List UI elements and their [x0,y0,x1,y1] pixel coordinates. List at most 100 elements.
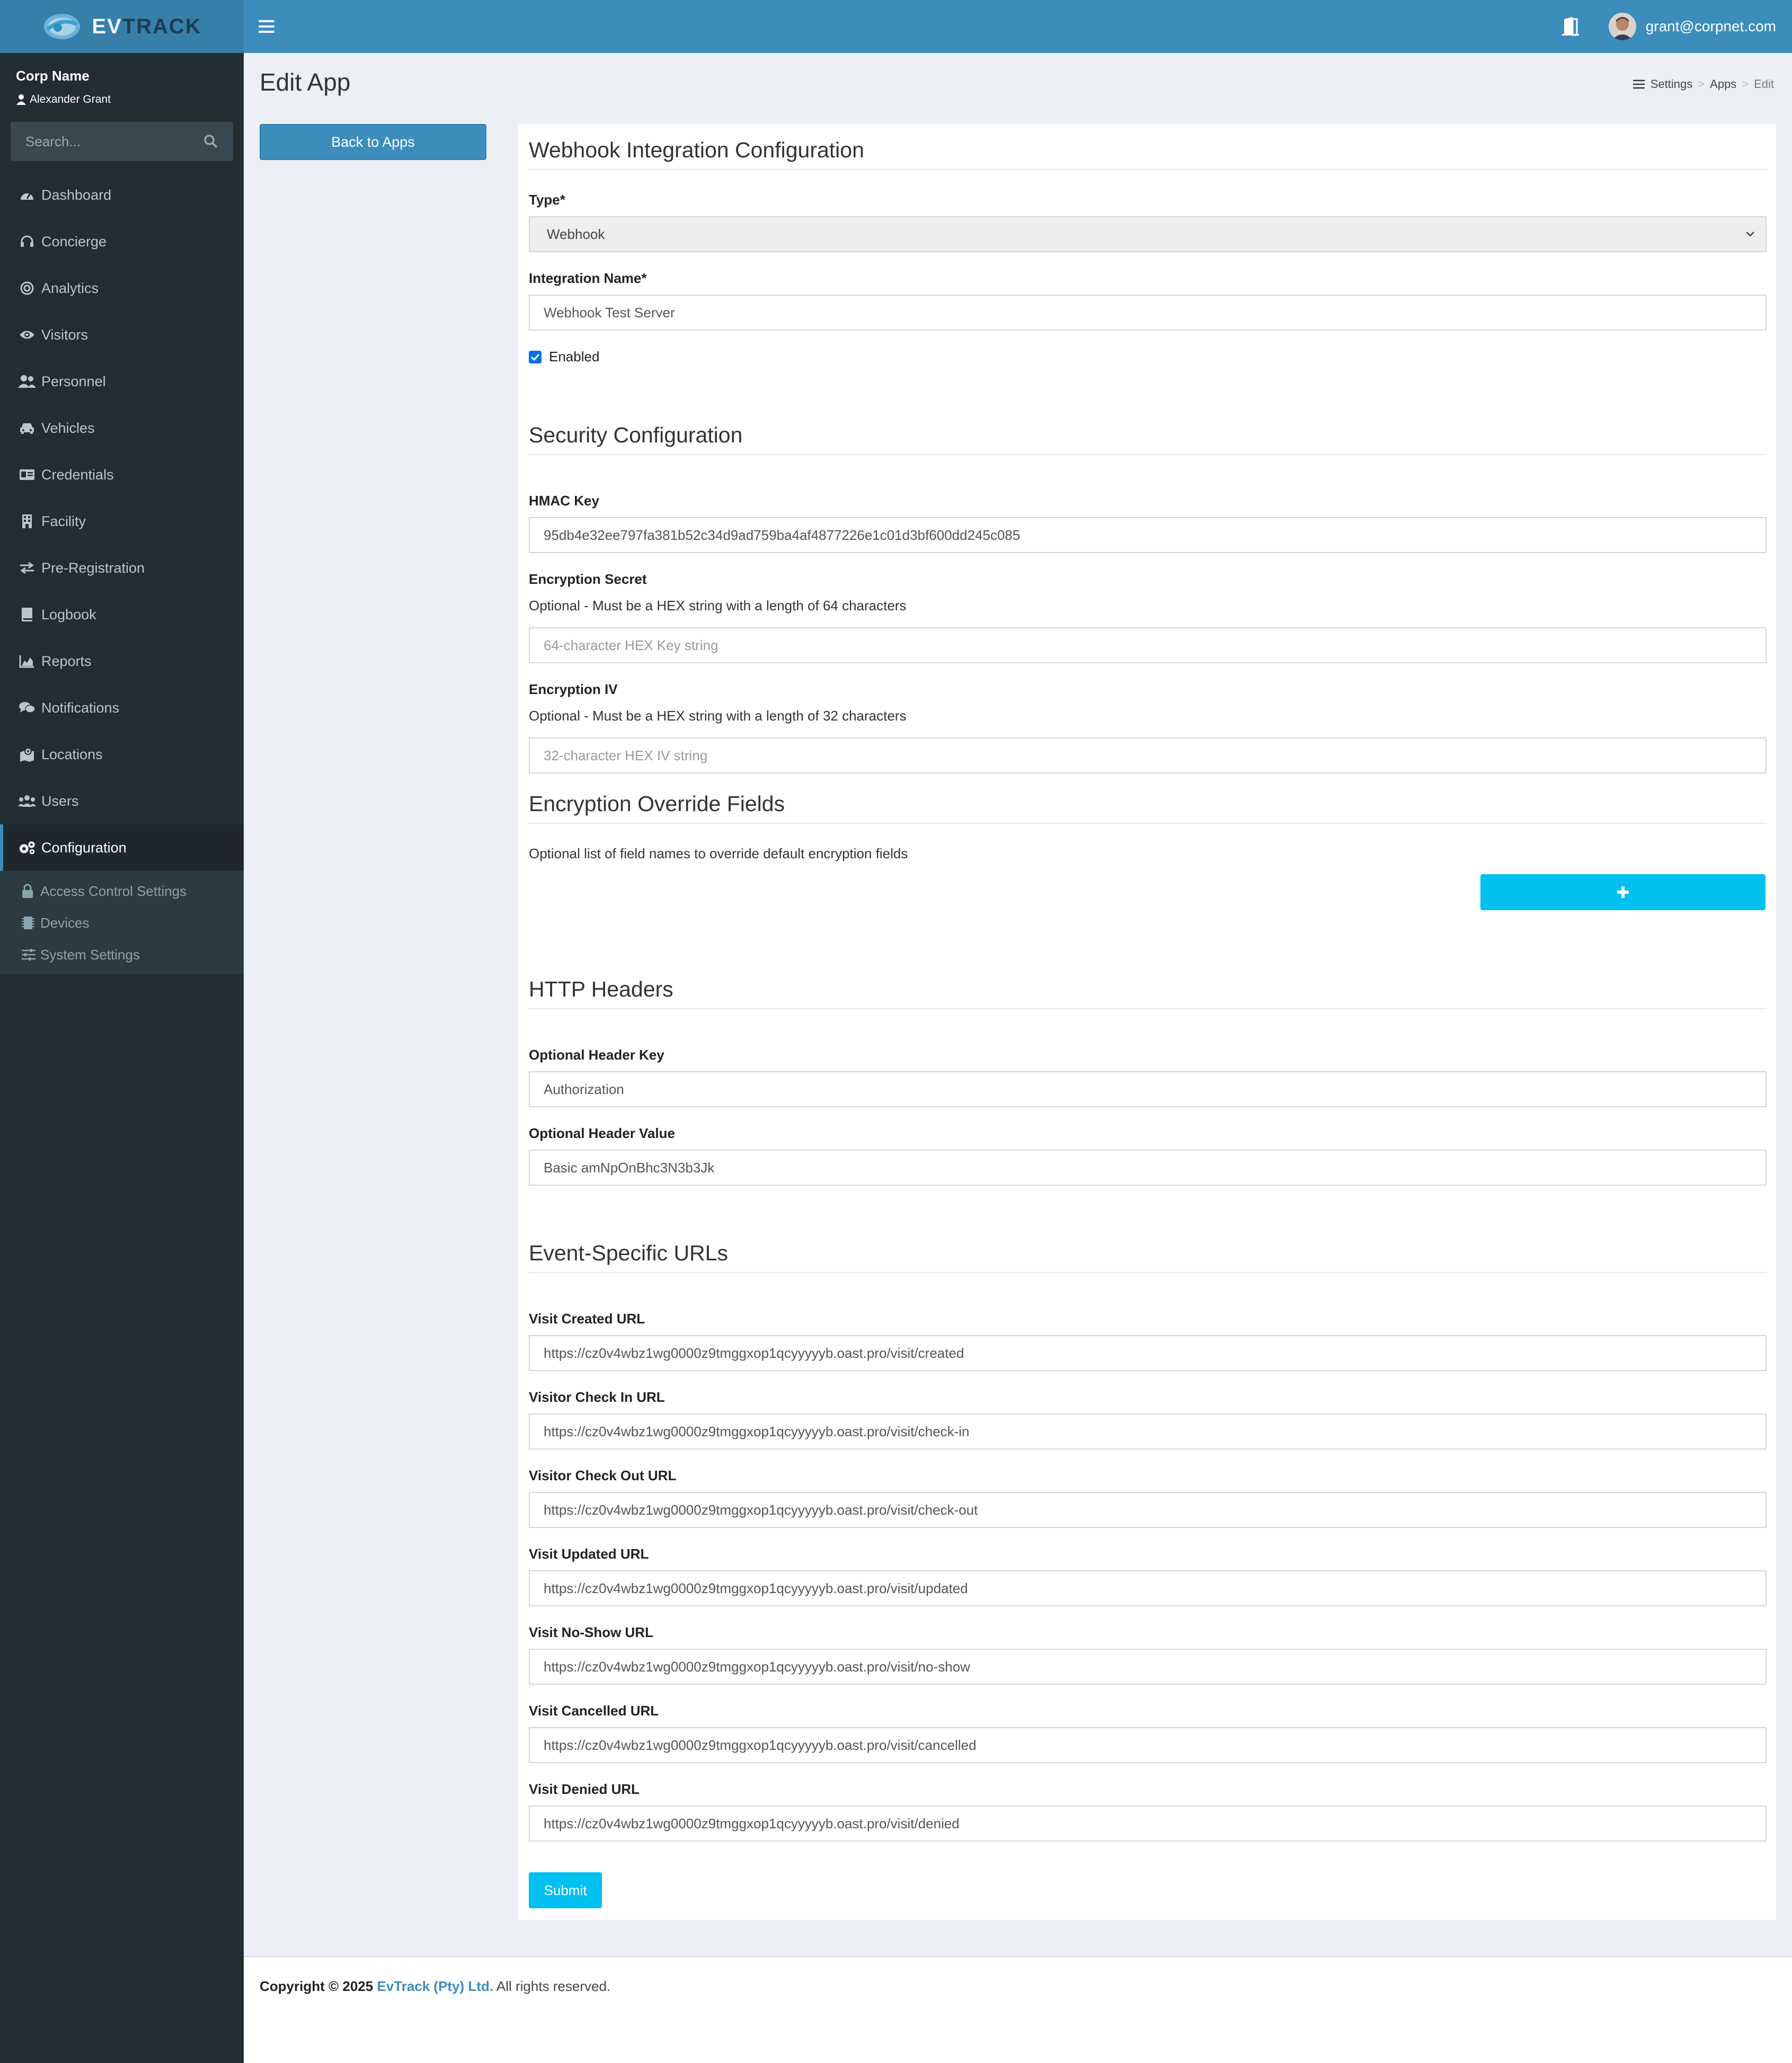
hmac-key-field[interactable] [529,517,1767,553]
sidebar-item-logbook[interactable]: Logbook [0,591,244,638]
visit-cancelled-url-field[interactable] [529,1727,1767,1763]
page-title: Edit App [260,68,351,96]
encryption-secret-input[interactable] [544,637,1766,654]
encryption-iv-input[interactable] [544,747,1766,764]
integration-name-label: Integration Name* [529,270,647,286]
sidebar-toggle-icon[interactable] [259,16,274,37]
visitor-check-in-url-field[interactable] [529,1413,1767,1450]
sidebar-item-reports[interactable]: Reports [0,638,244,684]
visitor-check-out-url-field[interactable] [529,1492,1767,1528]
door-icon[interactable] [1560,16,1581,37]
visit-created-url-input[interactable] [544,1345,1766,1362]
sidebar-item-concierge[interactable]: Concierge [0,218,244,265]
visit-denied-url-label: Visit Denied URL [529,1781,640,1797]
search-icon[interactable] [203,134,218,149]
header-value-label: Optional Header Value [529,1125,675,1141]
visit-denied-url-input[interactable] [544,1815,1766,1832]
encryption-iv-help: Optional - Must be a HEX string with a l… [529,708,907,724]
top-navbar: EVTRACK grant@corpnet.com [0,0,1792,53]
sidebar: Corp Name Alexander Grant Dashboard Conc… [0,53,244,2063]
corp-name: Corp Name [16,68,90,84]
visit-no-show-url-field[interactable] [529,1649,1767,1685]
header-value-input[interactable] [544,1159,1766,1176]
map-icon [18,746,36,762]
avatar[interactable] [1608,13,1636,40]
visit-no-show-url-input[interactable] [544,1658,1766,1675]
visitor-check-in-url-label: Visitor Check In URL [529,1389,665,1405]
enabled-checkbox-row[interactable]: Enabled [529,349,599,365]
breadcrumb-settings[interactable]: Settings [1651,77,1693,91]
encryption-iv-label: Encryption IV [529,681,618,697]
sidebar-search [11,122,233,161]
section-title-security: Security Configuration [529,423,1767,455]
sidebar-item-locations[interactable]: Locations [0,731,244,778]
back-to-apps-button[interactable]: Back to Apps [260,124,486,160]
visit-updated-url-field[interactable] [529,1570,1767,1606]
sidebar-item-credentials[interactable]: Credentials [0,451,244,498]
encryption-iv-field[interactable] [529,737,1767,773]
sidebar-item-vehicles[interactable]: Vehicles [0,405,244,451]
logo[interactable]: EVTRACK [0,0,244,53]
footer-brand-link[interactable]: EvTrack (Pty) Ltd. [377,1978,493,1994]
visitor-check-out-url-input[interactable] [544,1501,1766,1518]
breadcrumb-separator: > [1698,77,1705,91]
sidebar-item-configuration[interactable]: Configuration [0,824,244,871]
sliders-icon [1633,79,1645,89]
section-title-headers: HTTP Headers [529,977,1767,1009]
exchange-icon [18,560,36,576]
visitor-check-in-url-input[interactable] [544,1423,1766,1440]
user-email[interactable]: grant@corpnet.com [1646,18,1776,35]
checkmark-icon [530,353,540,361]
header-key-input[interactable] [544,1081,1766,1098]
sidebar-menu: Dashboard Concierge Analytics Visitors P… [0,172,244,974]
section-title-urls: Event-Specific URLs [529,1241,1767,1273]
section-title-webhook: Webhook Integration Configuration [529,138,1767,170]
search-input[interactable] [25,133,203,150]
visit-created-url-label: Visit Created URL [529,1311,645,1327]
sliders-icon [21,947,37,962]
type-label: Type* [529,192,565,208]
book-icon [18,607,36,623]
enabled-checkbox[interactable] [529,350,542,363]
override-help: Optional list of field names to override… [529,846,908,861]
integration-name-input[interactable] [544,304,1766,321]
plus-icon [1617,886,1629,898]
sidebar-item-visitors[interactable]: Visitors [0,312,244,358]
chevron-down-icon [1746,232,1754,237]
add-override-field-button[interactable] [1480,874,1766,910]
visit-no-show-url-label: Visit No-Show URL [529,1624,653,1640]
comments-icon [18,700,36,716]
sidebar-item-dashboard[interactable]: Dashboard [0,172,244,218]
visit-cancelled-url-input[interactable] [544,1737,1766,1754]
visit-updated-url-input[interactable] [544,1580,1766,1597]
users-icon [18,374,36,389]
gears-icon [18,840,36,856]
header-value-field[interactable] [529,1150,1767,1186]
sidebar-user: Alexander Grant [16,93,111,106]
sidebar-item-system-settings[interactable]: System Settings [0,939,244,971]
id-card-icon [18,467,36,483]
visit-cancelled-url-label: Visit Cancelled URL [529,1703,659,1719]
header-key-label: Optional Header Key [529,1047,664,1063]
eye-icon [18,327,36,343]
breadcrumb-separator: > [1742,77,1749,91]
breadcrumb-apps[interactable]: Apps [1710,77,1736,91]
type-select[interactable]: Webhook [529,216,1767,252]
hmac-key-input[interactable] [544,527,1766,544]
sidebar-item-notifications[interactable]: Notifications [0,684,244,731]
visit-denied-url-field[interactable] [529,1806,1767,1842]
sidebar-item-analytics[interactable]: Analytics [0,265,244,312]
integration-name-field[interactable] [529,295,1767,331]
visit-created-url-field[interactable] [529,1335,1767,1371]
sidebar-item-personnel[interactable]: Personnel [0,358,244,405]
visit-updated-url-label: Visit Updated URL [529,1546,649,1562]
sidebar-item-access-control-settings[interactable]: Access Control Settings [0,875,244,907]
encryption-secret-field[interactable] [529,627,1767,663]
sidebar-item-facility[interactable]: Facility [0,498,244,545]
sidebar-item-devices[interactable]: Devices [0,907,244,939]
sidebar-item-pre-registration[interactable]: Pre-Registration [0,545,244,591]
sidebar-item-users[interactable]: Users [0,778,244,824]
header-key-field[interactable] [529,1071,1767,1107]
visitor-check-out-url-label: Visitor Check Out URL [529,1468,677,1483]
submit-button[interactable]: Submit [529,1872,602,1908]
